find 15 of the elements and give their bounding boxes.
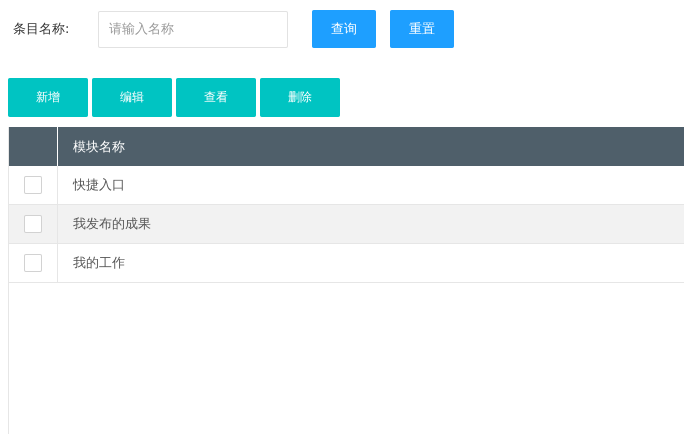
edit-button[interactable]: 编辑 (92, 78, 172, 117)
delete-button[interactable]: 删除 (260, 78, 340, 117)
view-button[interactable]: 查看 (176, 78, 256, 117)
add-button[interactable]: 新增 (8, 78, 88, 117)
checkbox[interactable] (24, 215, 42, 233)
checkbox[interactable] (24, 176, 42, 194)
search-field[interactable]: 请输入名称 (98, 10, 288, 48)
search-button[interactable]: 查询 (312, 10, 376, 48)
checkbox[interactable] (24, 254, 42, 272)
reset-button[interactable]: 重置 (390, 10, 454, 48)
column-header: 模块名称 (58, 127, 684, 166)
table-cell-text: 我的工作 (73, 255, 125, 272)
table-cell-text: 快捷入口 (73, 177, 125, 194)
field-label: 条目名称: (13, 21, 70, 38)
table-cell-text: 我发布的成果 (73, 216, 151, 233)
